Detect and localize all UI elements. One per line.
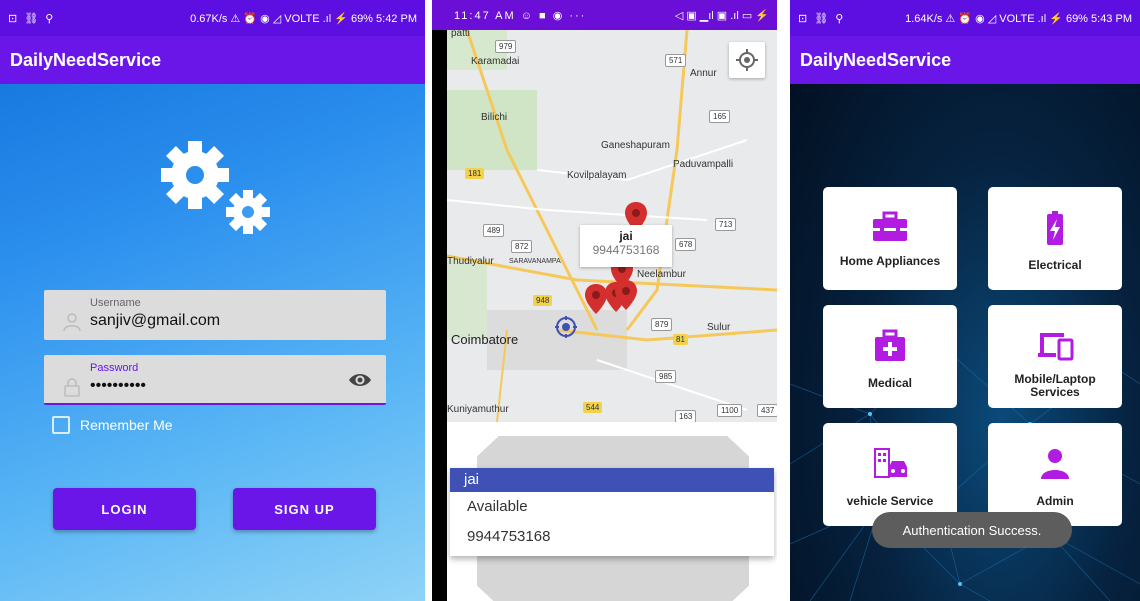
app-title: DailyNeedService [800,49,952,70]
login-button[interactable]: LOGIN [53,488,196,530]
road-shield: 879 [651,318,673,331]
remember-me-checkbox[interactable] [52,416,70,434]
password-value[interactable]: •••••••••• [90,377,146,395]
remember-me[interactable]: Remember Me [52,416,173,434]
map-label: Bilichi [481,112,508,123]
map-label: Ganeshapuram [601,140,670,151]
map-label: Kuniyamuthur [447,404,509,415]
toast-message: Authentication Success. [872,512,1072,548]
marker-info-window[interactable]: jai 9944753168 [580,225,672,267]
card-label: Admin [1036,494,1074,508]
eye-icon[interactable] [348,371,372,389]
map-label: Kovilpalayam [567,170,627,181]
info-phone: 9944753168 [592,243,660,257]
info-title: jai [619,229,633,243]
status-icons-right: 0.67K/s ⚠ ⏰ ◉ ◿ VOLTE .ıl ⚡ 69% 5:42 PM [190,12,417,25]
details-panel: jai Available 9944753168 [447,422,777,601]
dropdown-selected-item[interactable]: jai [450,468,774,492]
road-shield: 165 [709,110,731,123]
map-label: Annur [690,68,717,79]
dropdown-item[interactable]: Available [450,492,774,522]
road-shield: 872 [511,240,533,253]
road-shield: 979 [495,40,517,53]
map-view[interactable]: patti Karamadai Annur Bilichi Ganeshapur… [447,30,777,422]
toolbox-icon [873,211,907,241]
admin-card[interactable]: Admin [988,423,1122,526]
app-bar: DailyNeedService [790,36,1140,84]
road-shield: 163 [675,410,697,422]
username-value[interactable]: sanjiv@gmail.com [90,312,220,330]
locate-button[interactable] [729,42,765,78]
road-shield: 544 [583,402,603,413]
status-icons-left: ⊡ ⛓ ⚲ [8,12,56,25]
road-shield: 81 [673,334,688,345]
username-field[interactable]: Username sanjiv@gmail.com [44,290,386,340]
status-icons-left: 11:47 AM ☺ ■ ◉ ··· [454,9,587,22]
map-label: Karamadai [471,56,520,67]
status-icons-right: ◁ ▣ ▁ıl ▣ .ıl ▭ ⚡ [674,9,769,22]
status-icons-left: ⊡ ⛓ ⚲ [798,12,846,25]
card-label: Medical [867,376,912,390]
person-icon [1041,449,1069,479]
map-label: Thudiyalur [447,256,494,267]
map-label: SARAVANAMPA [509,258,561,265]
devices-icon [1038,333,1074,361]
signup-button[interactable]: SIGN UP [233,488,376,530]
road-shield: 181 [465,168,485,179]
road-shield: 489 [483,224,505,237]
provider-dropdown[interactable]: jai Available 9944753168 [450,468,774,556]
gears-logo-icon [161,141,270,234]
medical-card[interactable]: Medical [823,305,957,408]
road-shield: 437 [757,404,777,417]
map-label: Sulur [707,322,731,333]
password-label: Password [90,362,139,374]
home-appliances-card[interactable]: Home Appliances [823,187,957,290]
card-label: Mobile/Laptop Services [1014,372,1096,399]
person-icon [63,313,81,332]
car-building-icon [874,448,907,478]
lock-icon [64,378,80,397]
dashboard-screen: ⊡ ⛓ ⚲ 1.64K/s ⚠ ⏰ ◉ ◿ VOLTE .ıl ⚡ 69% 5:… [790,0,1140,601]
map-label: Paduvampalli [673,159,734,170]
map-label: Coimbatore [451,332,519,347]
app-title: DailyNeedService [10,49,162,70]
road-shield: 985 [655,370,677,383]
mobile-laptop-card[interactable]: Mobile/Laptop Services [988,305,1122,408]
login-screen: ⊡ ⛓ ⚲ 0.67K/s ⚠ ⏰ ◉ ◿ VOLTE .ıl ⚡ 69% 5:… [0,0,425,601]
road-shield: 713 [715,218,737,231]
card-label: vehicle Service [846,494,934,508]
map-label: Neelambur [637,269,686,280]
password-field[interactable]: Password •••••••••• [44,355,386,405]
status-icons-right: 1.64K/s ⚠ ⏰ ◉ ◿ VOLTE .ıl ⚡ 69% 5:43 PM [905,12,1132,25]
remember-me-label: Remember Me [80,417,173,433]
card-label: Electrical [1028,258,1082,272]
medical-kit-icon [875,329,905,361]
map-marker-icon[interactable] [615,280,637,310]
road-shield: 948 [533,295,553,306]
map-label: patti [451,30,470,39]
my-location-icon [555,316,577,338]
crosshair-icon [736,49,758,71]
electrical-card[interactable]: Electrical [988,187,1122,290]
vehicle-service-card[interactable]: vehicle Service [823,423,957,526]
dropdown-item[interactable]: 9944753168 [450,522,774,552]
map-marker-icon[interactable] [585,284,607,314]
app-bar: DailyNeedService [0,36,425,84]
status-bar: ⊡ ⛓ ⚲ 1.64K/s ⚠ ⏰ ◉ ◿ VOLTE .ıl ⚡ 69% 5:… [790,0,1140,36]
road-shield: 678 [675,238,697,251]
road-shield: 1100 [717,404,743,417]
card-label: Home Appliances [839,254,941,268]
status-bar: 11:47 AM ☺ ■ ◉ ··· ◁ ▣ ▁ıl ▣ .ıl ▭ ⚡ [432,0,777,30]
username-label: Username [90,297,141,309]
map-screen: 11:47 AM ☺ ■ ◉ ··· ◁ ▣ ▁ıl ▣ .ıl ▭ ⚡ pat… [432,0,777,601]
road-shield: 571 [665,54,687,67]
status-bar: ⊡ ⛓ ⚲ 0.67K/s ⚠ ⏰ ◉ ◿ VOLTE .ıl ⚡ 69% 5:… [0,0,425,36]
battery-icon [1047,211,1063,245]
